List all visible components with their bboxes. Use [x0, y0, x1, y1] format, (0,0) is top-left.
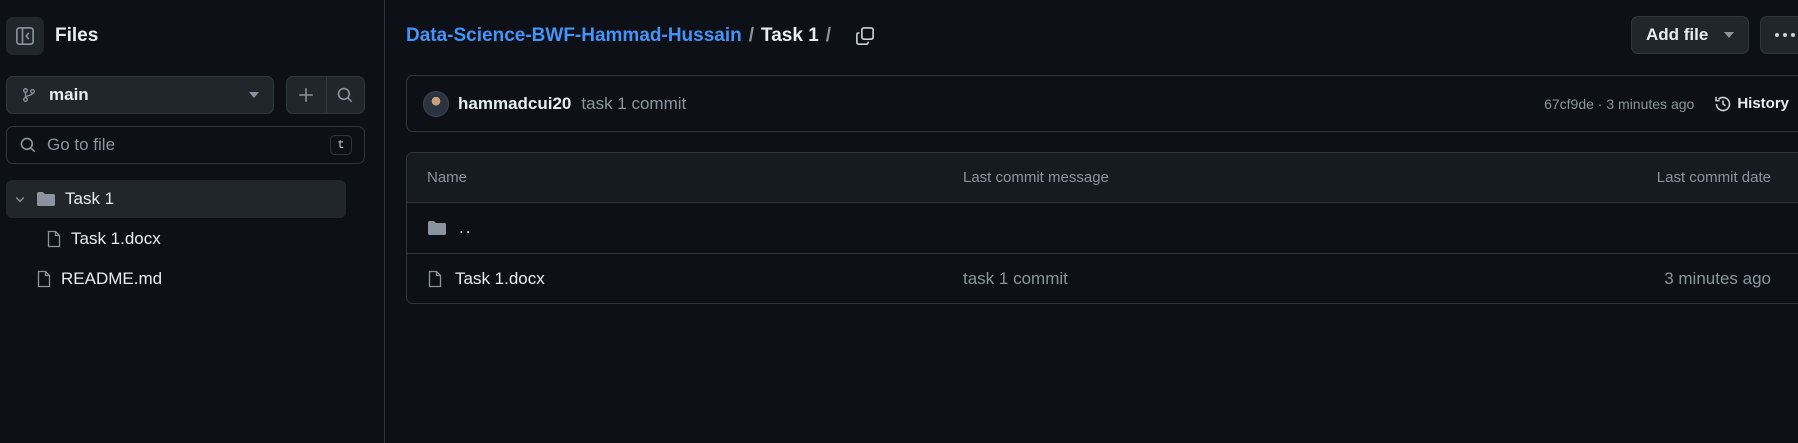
column-header-name: Name	[427, 169, 468, 186]
commit-author-link[interactable]: hammadcui20	[458, 94, 571, 114]
file-icon	[47, 230, 61, 248]
add-file-label: Add file	[1646, 25, 1709, 44]
parent-directory-link[interactable]: ..	[459, 218, 472, 238]
tree-actions-group	[286, 76, 365, 114]
history-icon	[1715, 96, 1731, 111]
sidebar-header: Files	[6, 16, 98, 56]
avatar[interactable]	[423, 90, 449, 117]
collapse-sidebar-button[interactable]	[6, 17, 44, 55]
tree-item-label: Task 1	[65, 189, 115, 208]
file-name-link[interactable]: Task 1.docx	[455, 269, 545, 289]
git-branch-icon	[23, 88, 35, 102]
breadcrumb-separator: /	[748, 25, 755, 46]
chevron-down-icon	[249, 92, 259, 98]
file-tree: Task 1 Task 1.docx README.md	[6, 180, 346, 300]
search-icon	[20, 137, 36, 153]
search-icon	[337, 87, 353, 103]
sidebar-title: Files	[55, 25, 99, 46]
breadcrumb-separator: /	[825, 25, 832, 46]
breadcrumb-current: Task 1	[761, 25, 819, 46]
tree-item-task-1-folder[interactable]: Task 1	[6, 180, 346, 218]
table-row-parent-directory[interactable]: ..	[407, 203, 1798, 253]
tree-item-label: Task 1.docx	[71, 229, 161, 248]
search-files-button[interactable]	[325, 77, 365, 113]
file-icon	[37, 270, 51, 288]
branch-name: main	[49, 85, 89, 104]
history-label: History	[1737, 95, 1789, 112]
copy-path-button[interactable]	[852, 23, 878, 49]
latest-commit-bar: hammadcui20 task 1 commit 67cf9de · 3 mi…	[406, 75, 1798, 132]
commit-message-link[interactable]: task 1 commit	[581, 94, 686, 114]
more-options-button[interactable]	[1760, 16, 1798, 54]
file-icon	[428, 270, 442, 287]
tree-item-task-1-docx[interactable]: Task 1.docx	[6, 220, 346, 258]
copy-icon	[856, 27, 874, 45]
sidebar-collapse-icon	[16, 27, 34, 45]
directory-table: Name Last commit message Last commit dat…	[406, 152, 1798, 304]
table-row: Task 1.docx task 1 commit 3 minutes ago	[407, 253, 1798, 303]
tree-item-label: README.md	[61, 269, 163, 288]
column-header-message: Last commit message	[963, 169, 1109, 186]
commit-sha-and-time[interactable]: 67cf9de · 3 minutes ago	[1544, 96, 1694, 112]
go-to-file-input[interactable]	[47, 135, 330, 155]
main-content: Data-Science-BWF-Hammad-Hussain / Task 1…	[406, 0, 1798, 443]
branch-selector-button[interactable]: main	[6, 76, 274, 114]
breadcrumb-repo-link[interactable]: Data-Science-BWF-Hammad-Hussain	[406, 25, 742, 47]
file-commit-date: 3 minutes ago	[1664, 268, 1771, 288]
kebab-horizontal-icon	[1775, 33, 1795, 37]
chevron-down-icon[interactable]	[10, 193, 30, 205]
history-button[interactable]: History	[1714, 95, 1789, 113]
breadcrumb: Data-Science-BWF-Hammad-Hussain / Task 1…	[406, 22, 878, 50]
chevron-down-icon	[1724, 32, 1734, 38]
go-to-file-field[interactable]: t	[6, 126, 365, 164]
tree-item-readme[interactable]: README.md	[6, 260, 346, 298]
add-file-button[interactable]	[287, 77, 326, 113]
file-tree-sidebar: Files main t	[0, 0, 385, 443]
file-commit-message-link[interactable]: task 1 commit	[963, 269, 1505, 289]
plus-icon	[299, 88, 313, 102]
column-header-date: Last commit date	[1656, 169, 1771, 186]
folder-icon	[428, 221, 446, 235]
add-file-dropdown-button[interactable]: Add file	[1631, 16, 1749, 54]
table-header: Name Last commit message Last commit dat…	[407, 153, 1798, 203]
folder-open-icon	[37, 192, 55, 206]
keyboard-shortcut-badge: t	[330, 135, 352, 155]
